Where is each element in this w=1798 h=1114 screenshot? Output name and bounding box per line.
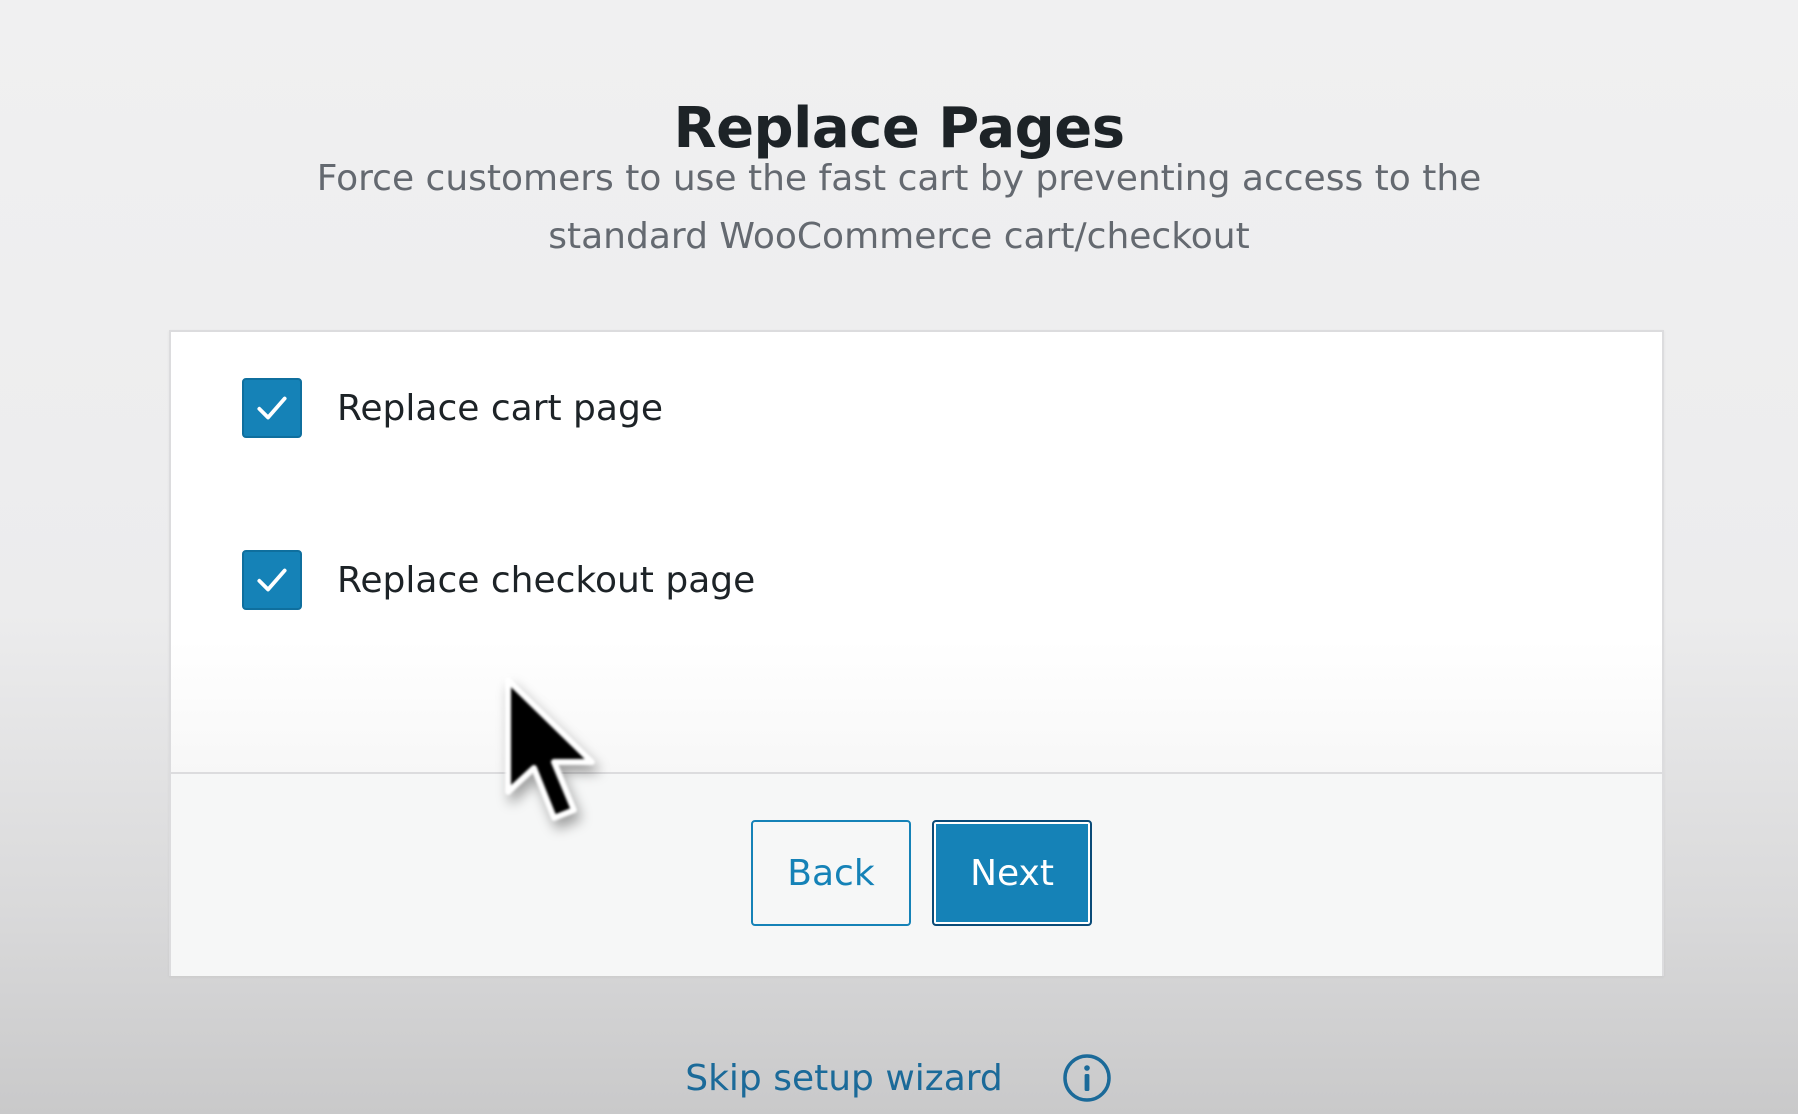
replace-cart-label[interactable]: Replace cart page — [337, 388, 663, 429]
back-button[interactable]: Back — [751, 820, 911, 926]
info-icon[interactable] — [1061, 1052, 1113, 1104]
page-subtitle: Force customers to use the fast cart by … — [316, 158, 1482, 257]
checkmark-icon — [257, 396, 287, 420]
skip-setup-wizard-link[interactable]: Skip setup wizard — [685, 1058, 1003, 1099]
option-replace-cart[interactable]: Replace cart page — [242, 378, 663, 438]
replace-checkout-checkbox[interactable] — [242, 550, 302, 610]
card-footer — [171, 774, 1662, 976]
footer-links: Skip setup wizard — [0, 1052, 1798, 1104]
replace-checkout-label[interactable]: Replace checkout page — [337, 560, 755, 601]
checkmark-icon — [257, 568, 287, 592]
settings-card: Replace cart page Replace checkout page … — [169, 330, 1664, 976]
replace-cart-checkbox[interactable] — [242, 378, 302, 438]
card-body: Replace cart page Replace checkout page — [171, 332, 1662, 772]
next-button[interactable]: Next — [932, 820, 1092, 926]
option-replace-checkout[interactable]: Replace checkout page — [242, 550, 755, 610]
